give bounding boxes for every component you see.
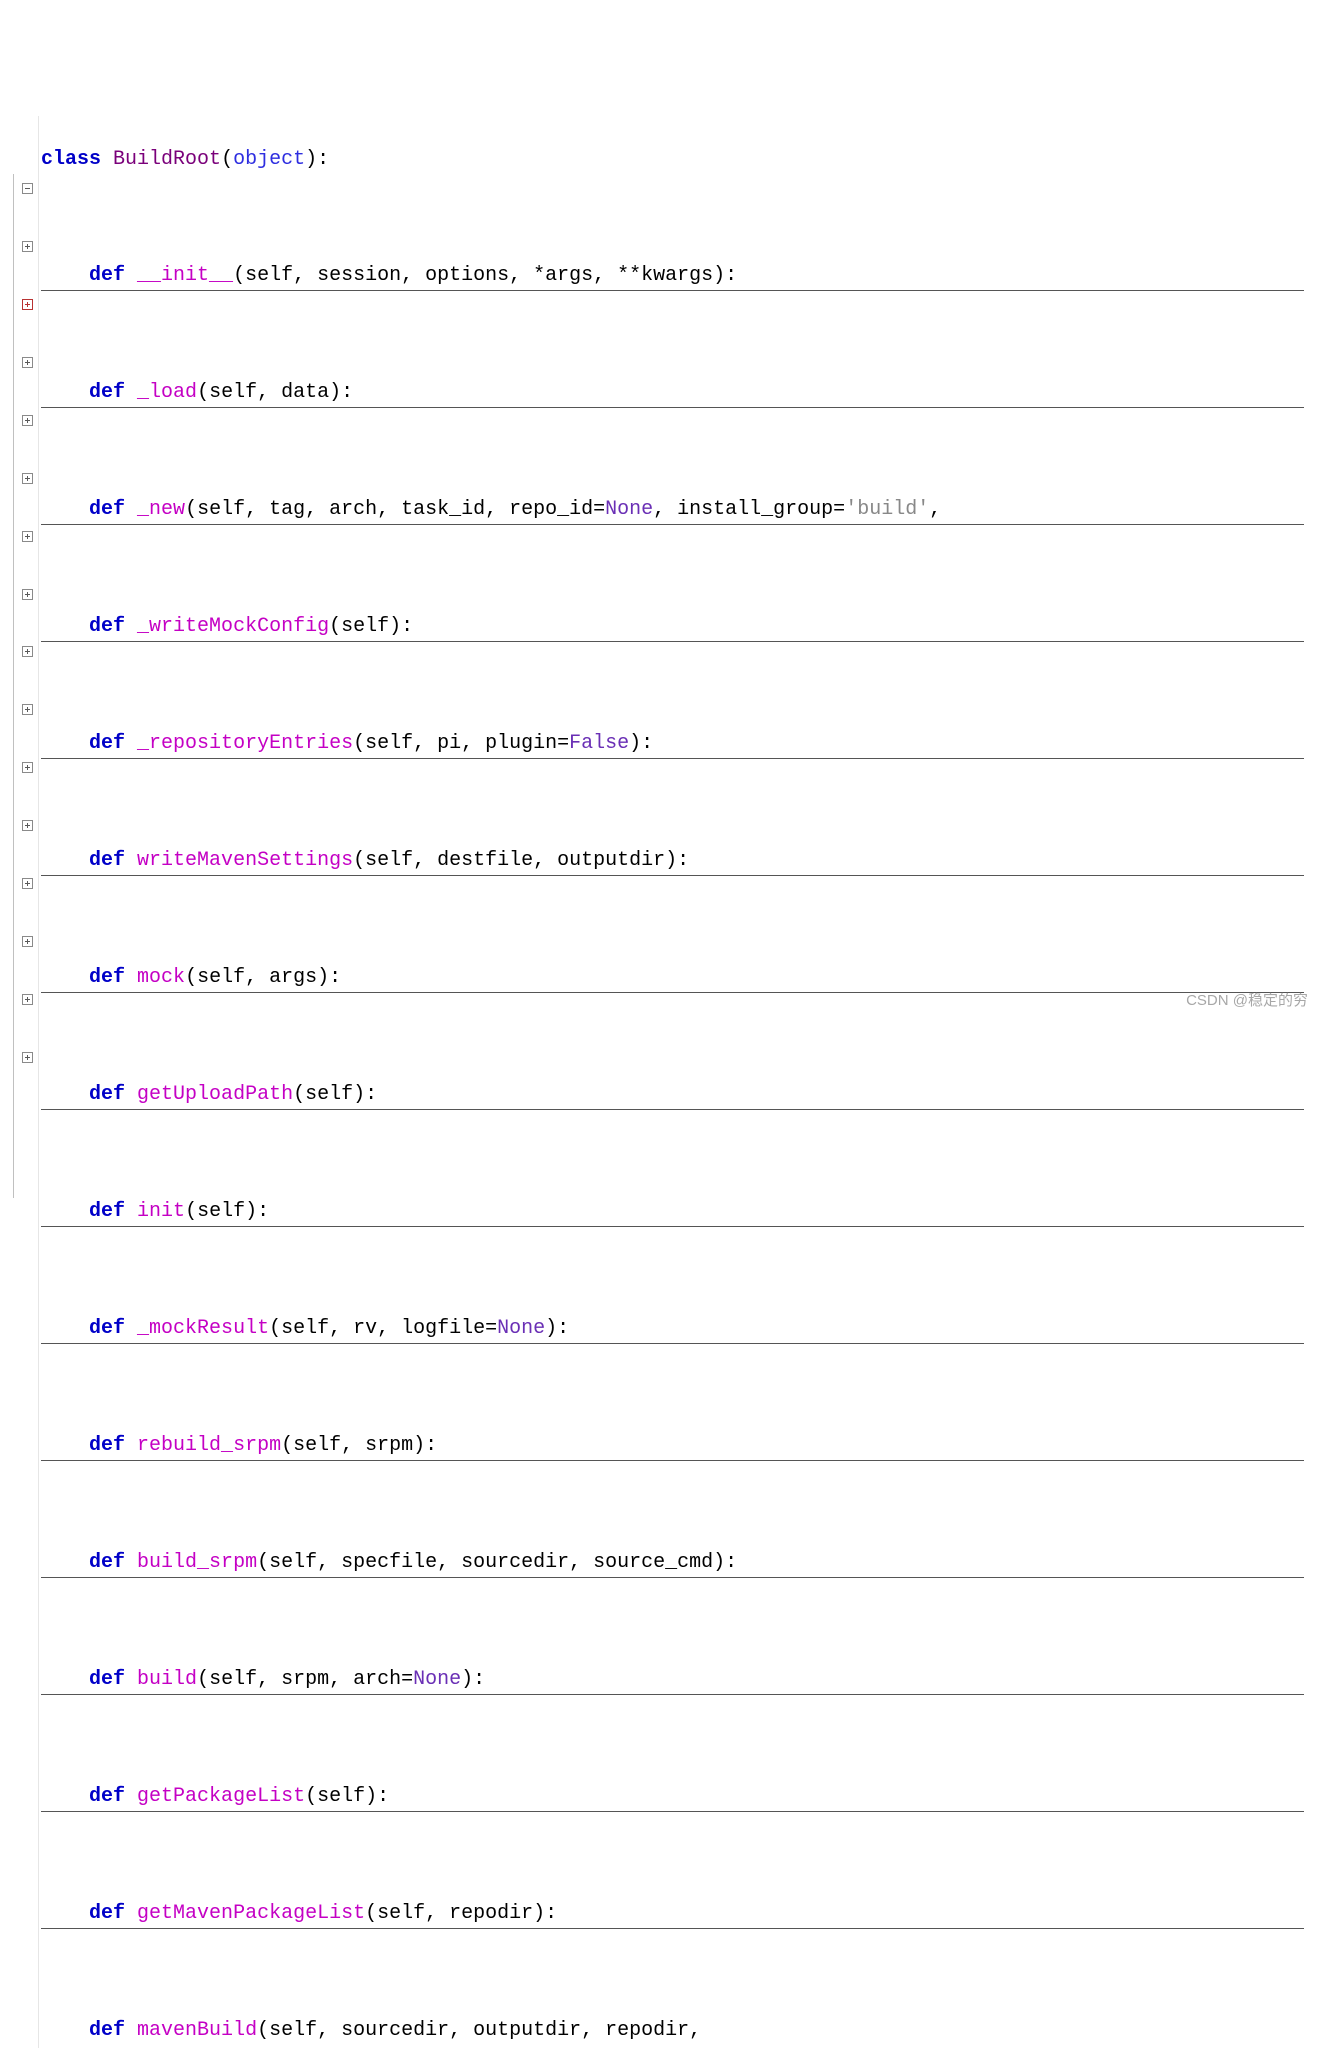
method-def: def _mockResult(self, rv, logfile=None): [41,1314,1304,1344]
method-def: def getPackageList(self): [41,1782,1304,1812]
method-def: def _repositoryEntries(self, pi, plugin=… [41,729,1304,759]
fold-icon[interactable] [22,589,33,600]
method-def: def getMavenPackageList(self, repodir): [41,1899,1304,1929]
method-def: def getUploadPath(self): [41,1080,1304,1110]
fold-icon[interactable] [22,762,33,773]
method-def: def _writeMockConfig(self): [41,612,1304,642]
fold-icon[interactable] [22,704,33,715]
method-def: def writeMavenSettings(self, destfile, o… [41,846,1304,876]
watermark: CSDN @稳定的穷 [1186,990,1308,1012]
class-declaration: class BuildRoot(object): [41,145,1328,174]
fold-gutter [0,116,39,2048]
method-def: def init(self): [41,1197,1304,1227]
method-def: def build(self, srpm, arch=None): [41,1665,1304,1695]
method-def: def mock(self, args): [41,963,1304,993]
fold-icon[interactable] [22,415,33,426]
fold-icon[interactable] [22,878,33,889]
fold-icon[interactable] [22,299,33,310]
fold-icon[interactable] [22,646,33,657]
method-def: def __init__(self, session, options, *ar… [41,261,1304,291]
method-def: def _new(self, tag, arch, task_id, repo_… [41,495,1304,525]
fold-icon[interactable] [22,531,33,542]
method-def: def _load(self, data): [41,378,1304,408]
code-editor: class BuildRoot(object): def __init__(se… [0,116,1328,2048]
fold-icon[interactable] [22,357,33,368]
fold-icon[interactable] [22,820,33,831]
fold-icon[interactable] [22,183,33,194]
fold-icon[interactable] [22,473,33,484]
code-area[interactable]: class BuildRoot(object): def __init__(se… [39,116,1328,2048]
fold-icon[interactable] [22,936,33,947]
fold-icon[interactable] [22,1052,33,1063]
fold-icon[interactable] [22,241,33,252]
method-def: def rebuild_srpm(self, srpm): [41,1431,1304,1461]
method-def: def mavenBuild(self, sourcedir, outputdi… [41,2016,1328,2045]
method-def: def build_srpm(self, specfile, sourcedir… [41,1548,1304,1578]
fold-icon[interactable] [22,994,33,1005]
